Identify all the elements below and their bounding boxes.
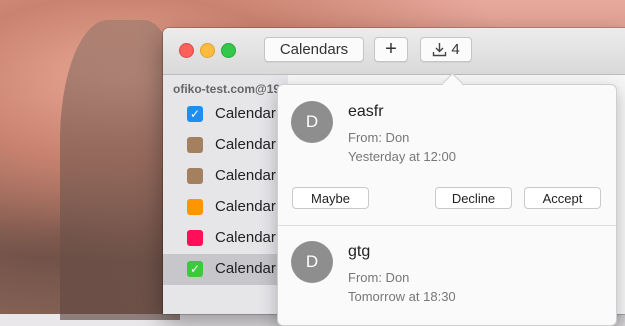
calendar-list-item[interactable]: Calendar [163, 130, 288, 161]
calendar-checkbox[interactable] [187, 168, 203, 184]
avatar: D [291, 101, 333, 143]
invitation-from: From: Don [348, 130, 410, 145]
invitation-time: Tomorrow at 18:30 [348, 289, 456, 304]
calendars-button[interactable]: Calendars [264, 37, 364, 62]
close-button[interactable] [179, 43, 194, 58]
calendar-checkbox[interactable]: ✓ [187, 106, 203, 122]
accept-button[interactable]: Accept [524, 187, 601, 209]
calendar-label: Calendar [215, 105, 276, 122]
calendar-label: Calendar [215, 260, 276, 277]
calendar-checkbox[interactable] [187, 137, 203, 153]
calendar-list-item[interactable]: Calendar [163, 161, 288, 192]
calendar-checkbox[interactable] [187, 199, 203, 215]
calendar-label: Calendar [215, 136, 276, 153]
calendar-sidebar: ofiko-test.com@192.168.0.60 ✓ Calendar C… [163, 75, 337, 314]
decline-button[interactable]: Decline [435, 187, 512, 209]
inbox-count: 4 [451, 41, 460, 58]
calendar-label: Calendar [215, 229, 276, 246]
calendar-label: Calendar [215, 167, 276, 184]
maybe-button[interactable]: Maybe [292, 187, 369, 209]
calendar-label: Calendar [215, 198, 276, 215]
avatar: D [291, 241, 333, 283]
calendar-checkbox[interactable]: ✓ [187, 261, 203, 277]
invitation-from: From: Don [348, 270, 410, 285]
title-bar: Calendars + 4 [163, 28, 625, 75]
calendar-list-item[interactable]: Calendar [163, 192, 288, 223]
invitation-title: gtg [348, 243, 371, 260]
minimize-button[interactable] [200, 43, 215, 58]
calendar-list-item[interactable]: Calendar [163, 223, 288, 254]
calendar-list-item-selected[interactable]: ✓ Calendar [163, 254, 288, 285]
invitation-time: Yesterday at 12:00 [348, 149, 456, 164]
calendar-list-item[interactable]: ✓ Calendar [163, 99, 288, 130]
calendar-checkbox[interactable] [187, 230, 203, 246]
invitations-popover: D easfr From: Don Yesterday at 12:00 May… [277, 84, 617, 326]
invitation-divider [278, 225, 616, 226]
add-event-button[interactable]: + [374, 37, 408, 62]
invitation-title: easfr [348, 103, 384, 120]
inbox-download-icon [432, 42, 447, 57]
zoom-button[interactable] [221, 43, 236, 58]
wallpaper-rock [60, 20, 180, 320]
inbox-button[interactable]: 4 [420, 37, 472, 62]
